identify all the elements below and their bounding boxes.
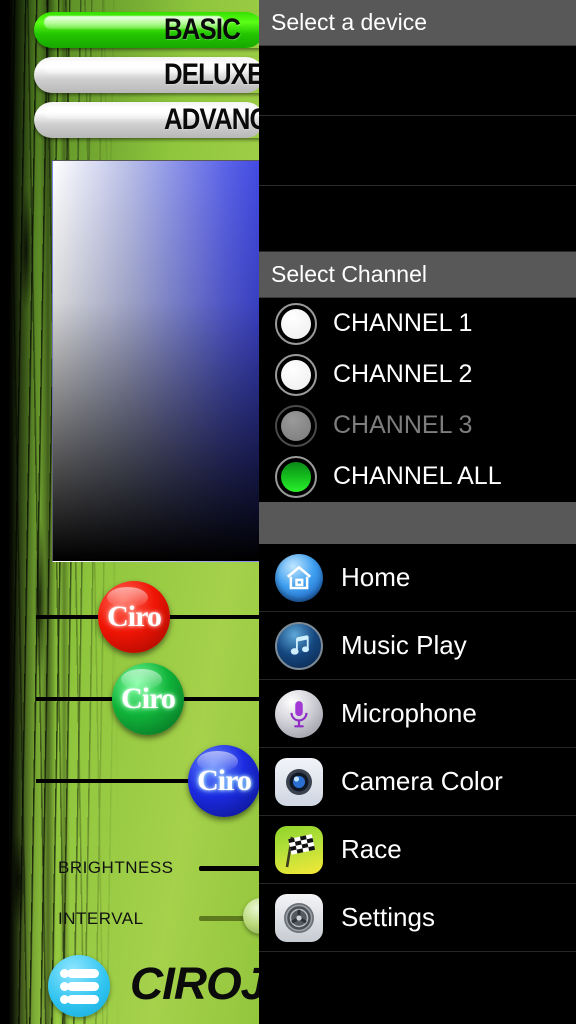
tab-deluxe-label: DELUXE (164, 58, 259, 91)
music-note-icon (275, 621, 323, 670)
radio-fill (281, 308, 311, 339)
channel-label: CHANNEL 2 (333, 360, 473, 388)
app-root: BASIC DELUXE ADVANCED Ciro (0, 0, 576, 1024)
mode-tabs: BASIC DELUXE ADVANCED (34, 12, 259, 147)
tab-basic-label: BASIC (164, 13, 241, 46)
list-menu-icon[interactable] (48, 955, 110, 1017)
menu-item-label: Home (341, 562, 411, 592)
channel-item-3: CHANNEL 3 (259, 400, 576, 451)
home-icon (275, 553, 323, 602)
radio-fill (281, 461, 311, 492)
tab-advanced-label: ADVANCED (164, 103, 259, 136)
device-selection-dropdown: Select a device Select Channel CHANNEL 1… (259, 0, 576, 1024)
menu-item-race[interactable]: Race (259, 816, 576, 884)
channel-item-1[interactable]: CHANNEL 1 (259, 298, 576, 349)
device-row[interactable] (259, 186, 576, 252)
menu-item-label: Microphone (341, 698, 477, 728)
green-slider[interactable]: Ciro (36, 663, 259, 735)
radio-fill (281, 359, 311, 390)
select-channel-header: Select Channel (259, 252, 576, 298)
radio-icon (275, 404, 317, 447)
radio-icon[interactable] (275, 353, 317, 396)
camera-icon (275, 757, 323, 806)
red-slider-knob[interactable]: Ciro (98, 581, 170, 653)
menu-item-music-play[interactable]: Music Play (259, 612, 576, 680)
radio-fill (281, 410, 311, 441)
interval-label: INTERVAL (58, 909, 144, 928)
gear-icon (275, 893, 323, 942)
menu-item-microphone[interactable]: Microphone (259, 680, 576, 748)
list-bar (67, 995, 99, 1004)
red-slider[interactable]: Ciro (36, 581, 259, 653)
channel-item-all[interactable]: CHANNEL ALL (259, 451, 576, 502)
channel-label: CHANNEL 3 (333, 411, 473, 439)
controller-panel: BASIC DELUXE ADVANCED Ciro (0, 0, 259, 1024)
menu-item-camera-color[interactable]: Camera Color (259, 748, 576, 816)
panel-left-edge (0, 0, 9, 1024)
checkered-flag-icon (275, 825, 323, 874)
tab-advanced[interactable]: ADVANCED (34, 102, 259, 138)
menu-item-label: Camera Color (341, 766, 503, 796)
channel-item-2[interactable]: CHANNEL 2 (259, 349, 576, 400)
green-slider-knob[interactable]: Ciro (112, 663, 184, 735)
brightness-slider[interactable] (199, 866, 259, 871)
device-row[interactable] (259, 116, 576, 186)
brightness-label: BRIGHTNESS (58, 858, 174, 877)
radio-icon[interactable] (275, 455, 317, 498)
list-bar (67, 969, 99, 978)
channel-label: CHANNEL ALL (333, 462, 502, 490)
color-picker[interactable] (52, 160, 259, 562)
brand-logo: CIROJ (130, 958, 259, 1009)
menu-item-label: Music Play (341, 630, 467, 660)
channel-label: CHANNEL 1 (333, 309, 473, 337)
microphone-icon (275, 689, 323, 738)
section-spacer (259, 502, 576, 544)
blue-slider[interactable]: Ciro (36, 745, 259, 817)
blue-slider-knob[interactable]: Ciro (188, 745, 259, 817)
device-row[interactable] (259, 46, 576, 116)
radio-icon[interactable] (275, 302, 317, 345)
list-bar (67, 982, 99, 991)
menu-item-label: Settings (341, 902, 435, 932)
menu-item-label: Race (341, 834, 402, 864)
tab-deluxe[interactable]: DELUXE (34, 57, 259, 93)
menu-item-home[interactable]: Home (259, 544, 576, 612)
select-device-header: Select a device (259, 0, 576, 46)
tab-basic[interactable]: BASIC (34, 12, 259, 48)
menu-item-settings[interactable]: Settings (259, 884, 576, 952)
